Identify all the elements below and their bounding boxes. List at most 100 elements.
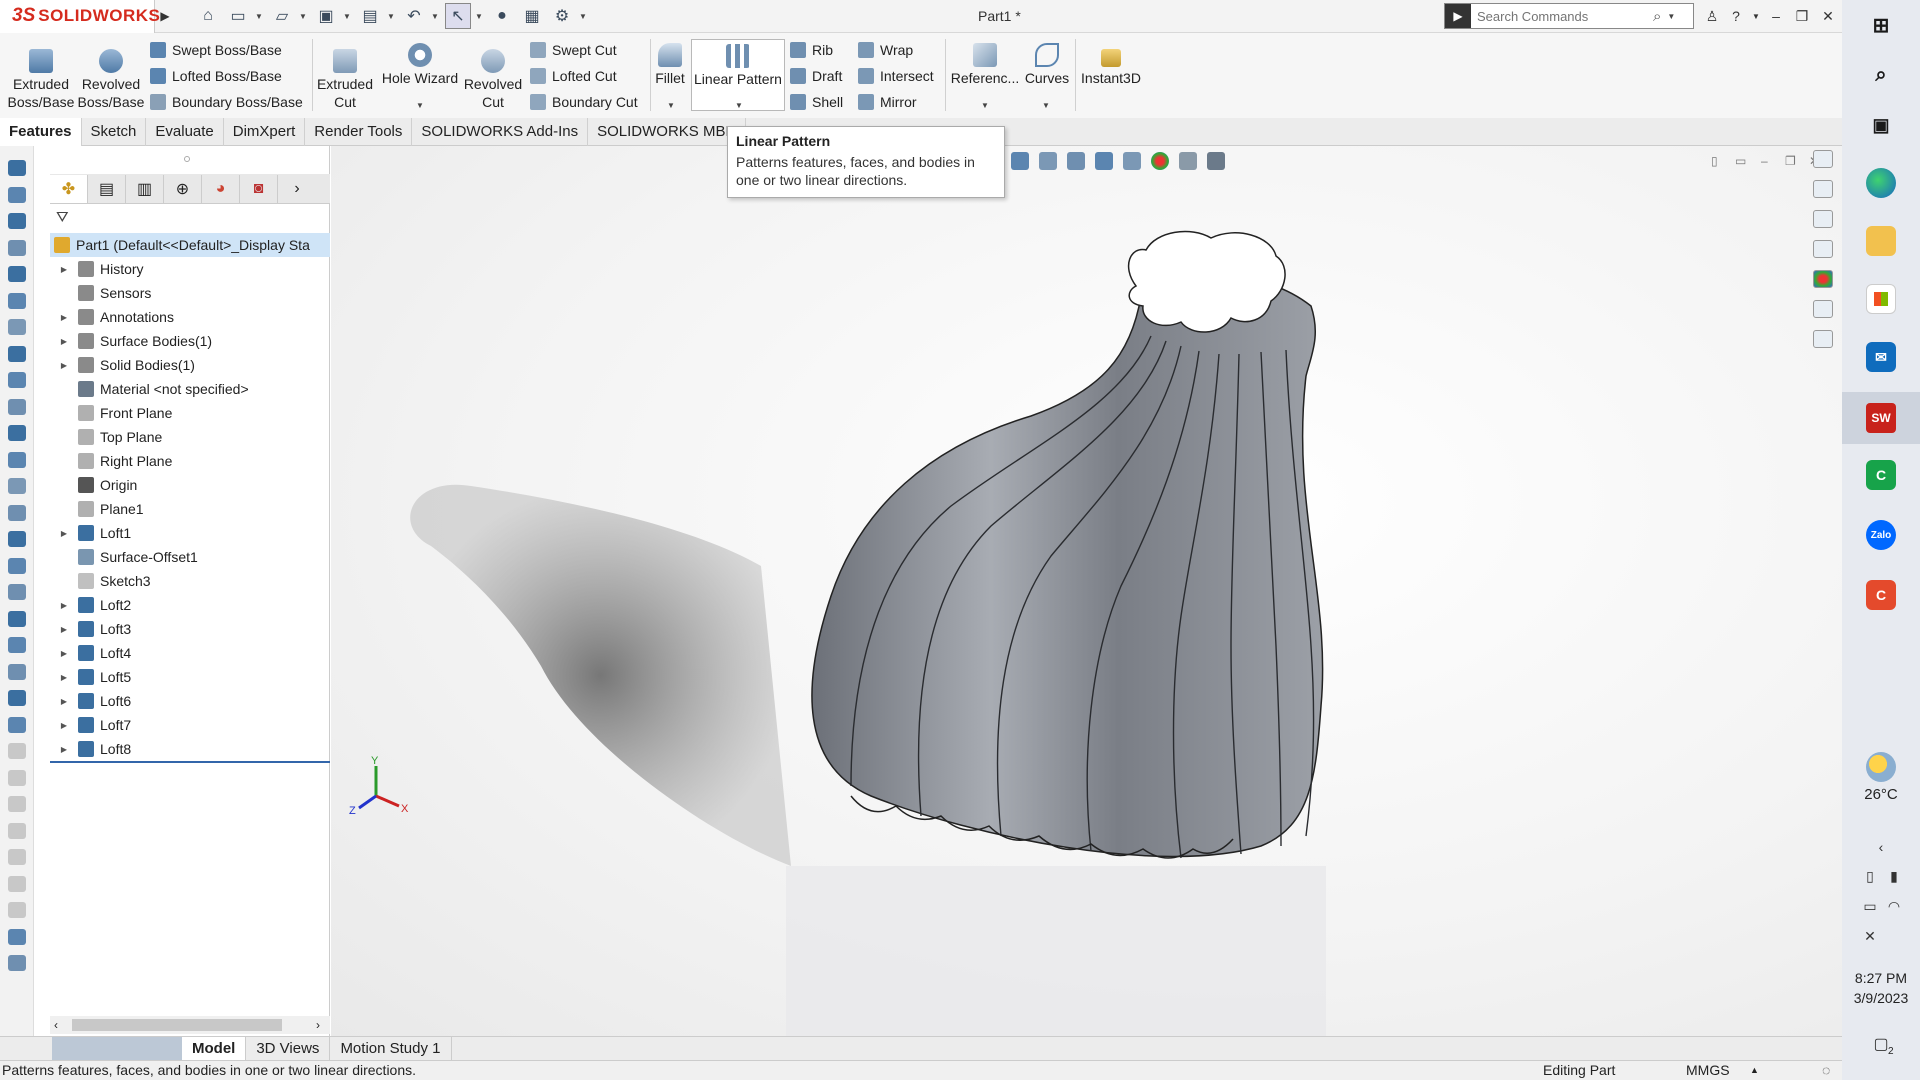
tab-render-tools[interactable]: Render Tools [305,118,413,146]
feature-command-icon[interactable] [8,478,26,494]
feature-command-icon[interactable] [8,928,26,945]
clock[interactable]: 8:27 PM 3/9/2023 [1842,968,1920,1008]
tree-root-part[interactable]: Part1 (Default<<Default>_Display Sta [50,233,330,257]
tab-evaluate[interactable]: Evaluate [146,118,224,146]
solidworks-resources-icon[interactable] [1813,150,1833,168]
swept-boss-button[interactable]: Swept Boss/Base [150,39,282,61]
restore-window-icon[interactable]: ❐ [1790,4,1814,28]
print-dropdown-icon[interactable]: ▼ [387,12,397,21]
undo-dropdown-icon[interactable]: ▼ [431,12,441,21]
tray-device-icon[interactable]: ▯ [1860,866,1880,886]
instant3d-button[interactable]: Instant3D [1078,49,1144,87]
tab-motion-study-1[interactable]: Motion Study 1 [330,1036,452,1061]
feature-command-icon[interactable] [8,955,26,971]
zalo-icon[interactable]: Zalo [1866,520,1896,550]
tree-node[interactable]: ▶ Loft1 [50,521,330,545]
feature-command-icon[interactable] [8,292,26,309]
home-icon[interactable]: ⌂ [195,3,221,29]
tree-node[interactable]: Right Plane [50,449,330,473]
feature-command-icon[interactable] [8,902,26,918]
weather-temperature[interactable]: 26°C [1842,786,1920,803]
tab-sketch[interactable]: Sketch [82,118,147,146]
scroll-right-icon[interactable]: › [316,1018,320,1032]
unit-system-selector[interactable]: MMGS [1686,1061,1730,1080]
feature-command-icon[interactable] [8,610,26,627]
tree-node[interactable]: Top Plane [50,425,330,449]
camtasia-recorder-icon[interactable]: C [1866,580,1896,610]
tree-node[interactable]: ▶ Loft2 [50,593,330,617]
feature-command-icon[interactable] [8,875,26,892]
shell-button[interactable]: Shell [790,91,843,113]
open-folder-icon[interactable]: ▱ [269,3,295,29]
tree-node[interactable]: ▶ History [50,257,330,281]
boundary-cut-button[interactable]: Boundary Cut [530,91,638,113]
boundary-boss-button[interactable]: Boundary Boss/Base [150,91,303,113]
expand-arrow-icon[interactable]: ▶ [58,745,70,754]
view-palette-icon[interactable] [1813,240,1833,258]
tree-node[interactable]: Sensors [50,281,330,305]
display-manager-tab-icon[interactable]: ◕ [202,174,240,203]
extruded-cut-button[interactable]: Extruded Cut [312,49,378,111]
search-commands-input[interactable] [1477,8,1647,24]
curves-dropdown-icon[interactable]: ▼ [1042,101,1050,110]
expand-arrow-icon[interactable]: ▶ [58,601,70,610]
rollback-bar[interactable] [50,761,330,763]
feature-command-icon[interactable] [8,743,26,759]
edge-browser-icon[interactable] [1866,168,1896,198]
feature-command-icon[interactable] [8,213,26,229]
scroll-left-icon[interactable]: ‹ [54,1018,58,1032]
select-dropdown-icon[interactable]: ▼ [475,12,485,21]
tree-node[interactable]: ▶ Solid Bodies(1) [50,353,330,377]
expand-arrow-icon[interactable]: ▶ [58,361,70,370]
feature-command-icon[interactable] [8,584,26,600]
battery-icon[interactable]: ▭ [1860,896,1880,916]
hole-wizard-dropdown-icon[interactable]: ▼ [416,101,424,110]
dimxpert-manager-tab-icon[interactable]: ⊕ [164,174,202,203]
tree-node[interactable]: ▶ Surface Bodies(1) [50,329,330,353]
tree-node[interactable]: ▶ Annotations [50,305,330,329]
mirror-button[interactable]: Mirror [858,91,917,113]
customize-status-icon[interactable]: ◌ [1822,1061,1830,1080]
expand-arrow-icon[interactable]: ▶ [58,697,70,706]
feature-command-icon[interactable] [8,319,26,335]
units-up-icon[interactable]: ▲ [1750,1061,1759,1080]
extruded-boss-button[interactable]: Extruded Boss/Base [8,49,74,111]
expand-arrow-icon[interactable]: ▶ [58,337,70,346]
open-dropdown-icon[interactable]: ▼ [299,12,309,21]
tree-node[interactable]: ▶ Loft8 [50,737,330,761]
taskbar-search-icon[interactable]: ⌕ [1866,60,1896,90]
cam-manager-tab-icon[interactable]: ◙ [240,174,278,203]
file-explorer-icon[interactable] [1813,210,1833,228]
configuration-manager-tab-icon[interactable]: ▥ [126,174,164,203]
solidworks-taskbar-item[interactable]: SW [1842,392,1920,444]
swept-cut-button[interactable]: Swept Cut [530,39,617,61]
expand-arrow-icon[interactable]: ▶ [58,625,70,634]
feature-command-icon[interactable] [8,769,26,786]
solidworks-logo[interactable]: 3S SOLIDWORKS [0,0,160,33]
expand-arrow-icon[interactable]: ▶ [58,673,70,682]
expand-arrow-icon[interactable]: ▶ [58,529,70,538]
camtasia-icon[interactable]: C [1866,460,1896,490]
tab-3d-views[interactable]: 3D Views [246,1036,331,1061]
fillet-dropdown-icon[interactable]: ▼ [667,101,675,110]
forum-icon[interactable] [1813,330,1833,348]
save-dropdown-icon[interactable]: ▼ [343,12,353,21]
more-tabs-chevron-icon[interactable]: › [278,175,316,203]
minimize-window-icon[interactable]: – [1764,4,1788,28]
tab-features[interactable]: Features [0,118,82,146]
feature-command-icon[interactable] [8,690,26,706]
scrollbar-thumb[interactable] [72,1019,282,1031]
panel-grip-icon[interactable] [184,156,190,162]
search-dropdown-icon[interactable]: ▼ [1667,12,1677,21]
graphics-area[interactable]: ▯ ▭ – ❐ ✕ [331,146,1842,1036]
rebuild-icon[interactable]: ● [489,3,515,29]
wrap-button[interactable]: Wrap [858,39,913,61]
lofted-cut-button[interactable]: Lofted Cut [530,65,617,87]
feature-tree-tab-icon[interactable]: ✤ [50,174,88,203]
feature-command-icon[interactable] [8,637,26,653]
feature-command-icon[interactable] [8,849,26,865]
tab-scroll-arrows[interactable] [52,1036,182,1061]
reference-dropdown-icon[interactable]: ▼ [981,101,989,110]
feature-command-icon[interactable] [8,531,26,547]
search-commands-box[interactable]: ▶ ⌕ ▼ [1444,3,1694,29]
